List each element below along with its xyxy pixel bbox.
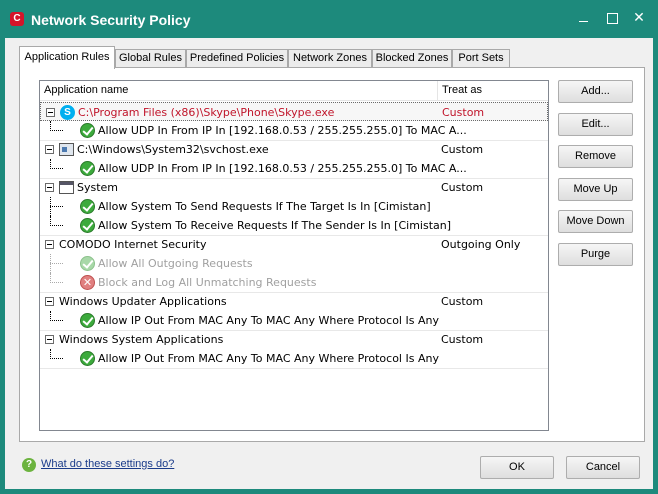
rule-text: Allow System To Send Requests If The Tar… — [98, 200, 431, 213]
allow-check-icon — [80, 161, 95, 176]
help-link[interactable]: What do these settings do? — [41, 458, 174, 470]
rule-row[interactable]: ✕ Block and Log All Unmatching Requests — [40, 273, 548, 292]
app-name: COMODO Internet Security — [59, 238, 207, 251]
treat-as-value: Custom — [441, 333, 484, 346]
allow-check-icon — [80, 351, 95, 366]
app-row-windows-updater[interactable]: Windows Updater Applications Custom — [40, 292, 548, 311]
treat-as-value: Custom — [441, 143, 484, 156]
collapse-icon[interactable] — [45, 335, 54, 344]
app-name: Windows Updater Applications — [59, 295, 227, 308]
tree-line — [50, 159, 63, 169]
rule-text: Allow UDP In From IP In [192.168.0.53 / … — [98, 124, 467, 137]
rule-row[interactable]: Allow System To Receive Requests If The … — [40, 216, 548, 235]
edit-button[interactable]: Edit... — [558, 113, 633, 136]
ok-button[interactable]: OK — [480, 456, 554, 479]
tree-line — [50, 254, 63, 264]
app-name: System — [77, 181, 119, 194]
treat-as-value: Custom — [442, 106, 485, 119]
column-application-name[interactable]: Application name — [44, 84, 128, 96]
help-icon[interactable]: ? — [22, 458, 36, 472]
comodo-logo-icon: C — [10, 12, 24, 26]
maximize-icon[interactable] — [605, 11, 619, 25]
treat-as-value: Custom — [441, 181, 484, 194]
tab-network-zones[interactable]: Network Zones — [288, 49, 372, 68]
allow-check-icon — [80, 123, 95, 138]
allow-check-icon — [80, 313, 95, 328]
app-name: C:\Windows\System32\svchost.exe — [77, 143, 269, 156]
rule-text: Allow System To Receive Requests If The … — [98, 219, 452, 232]
tree-line — [50, 311, 63, 321]
move-down-button[interactable]: Move Down — [558, 210, 633, 233]
rule-row[interactable]: Allow UDP In From IP In [192.168.0.53 / … — [40, 121, 548, 140]
allow-check-icon — [80, 256, 95, 271]
app-row-system[interactable]: System Custom — [40, 178, 548, 197]
skype-icon: S — [60, 105, 75, 120]
remove-button[interactable]: Remove — [558, 145, 633, 168]
rule-row[interactable]: Allow IP Out From MAC Any To MAC Any Whe… — [40, 311, 548, 330]
row-divider — [40, 368, 548, 369]
rule-row[interactable]: Allow All Outgoing Requests — [40, 254, 548, 273]
rule-row[interactable]: Allow System To Send Requests If The Tar… — [40, 197, 548, 216]
app-row-svchost[interactable]: C:\Windows\System32\svchost.exe Custom — [40, 140, 548, 159]
add-button[interactable]: Add... — [558, 80, 633, 103]
collapse-icon[interactable] — [45, 183, 54, 192]
allow-check-icon — [80, 199, 95, 214]
app-name: C:\Program Files (x86)\Skype\Phone\Skype… — [78, 106, 335, 119]
treat-as-value: Custom — [441, 295, 484, 308]
minimize-icon[interactable] — [577, 11, 591, 25]
tab-port-sets[interactable]: Port Sets — [452, 49, 510, 68]
tab-global-rules[interactable]: Global Rules — [115, 49, 186, 68]
purge-button[interactable]: Purge — [558, 243, 633, 266]
collapse-icon[interactable] — [45, 145, 54, 154]
application-rules-list[interactable]: Application name Treat as S C:\Program F… — [39, 80, 549, 431]
collapse-icon[interactable] — [45, 297, 54, 306]
column-treat-as[interactable]: Treat as — [442, 84, 482, 96]
tab-blocked-zones[interactable]: Blocked Zones — [372, 49, 452, 68]
rule-row[interactable]: Allow UDP In From IP In [192.168.0.53 / … — [40, 159, 548, 178]
rule-text: Allow UDP In From IP In [192.168.0.53 / … — [98, 162, 467, 175]
tree-line — [50, 121, 63, 131]
tab-application-rules[interactable]: Application Rules — [19, 46, 115, 69]
rule-row[interactable]: Allow IP Out From MAC Any To MAC Any Whe… — [40, 349, 548, 368]
application-rules-panel: Application name Treat as S C:\Program F… — [19, 67, 645, 442]
app-row-skype[interactable]: S C:\Program Files (x86)\Skype\Phone\Sky… — [40, 102, 548, 121]
app-row-comodo[interactable]: COMODO Internet Security Outgoing Only — [40, 235, 548, 254]
cancel-button[interactable]: Cancel — [566, 456, 640, 479]
network-security-policy-window: C Network Security Policy ✕ Application … — [0, 0, 658, 494]
rule-text: Allow IP Out From MAC Any To MAC Any Whe… — [98, 314, 439, 327]
tree-line — [50, 273, 63, 283]
collapse-icon[interactable] — [46, 108, 55, 117]
tree-line — [50, 216, 63, 226]
treat-as-value: Outgoing Only — [441, 238, 521, 251]
rule-text: Allow All Outgoing Requests — [98, 257, 253, 270]
list-header: Application name Treat as — [40, 81, 548, 101]
move-up-button[interactable]: Move Up — [558, 178, 633, 201]
title-bar[interactable]: C Network Security Policy ✕ — [0, 0, 658, 38]
rule-text: Block and Log All Unmatching Requests — [98, 276, 317, 289]
column-separator — [437, 81, 438, 101]
close-icon[interactable]: ✕ — [632, 11, 646, 25]
window-icon — [59, 181, 74, 194]
service-icon — [59, 143, 74, 156]
app-name: Windows System Applications — [59, 333, 224, 346]
block-icon: ✕ — [80, 275, 95, 290]
tree-line — [50, 349, 63, 359]
tree-line — [50, 197, 63, 207]
collapse-icon[interactable] — [45, 240, 54, 249]
allow-check-icon — [80, 218, 95, 233]
tab-predefined-policies[interactable]: Predefined Policies — [186, 49, 288, 68]
rule-text: Allow IP Out From MAC Any To MAC Any Whe… — [98, 352, 439, 365]
app-row-windows-system[interactable]: Windows System Applications Custom — [40, 330, 548, 349]
window-title: Network Security Policy — [31, 12, 191, 28]
